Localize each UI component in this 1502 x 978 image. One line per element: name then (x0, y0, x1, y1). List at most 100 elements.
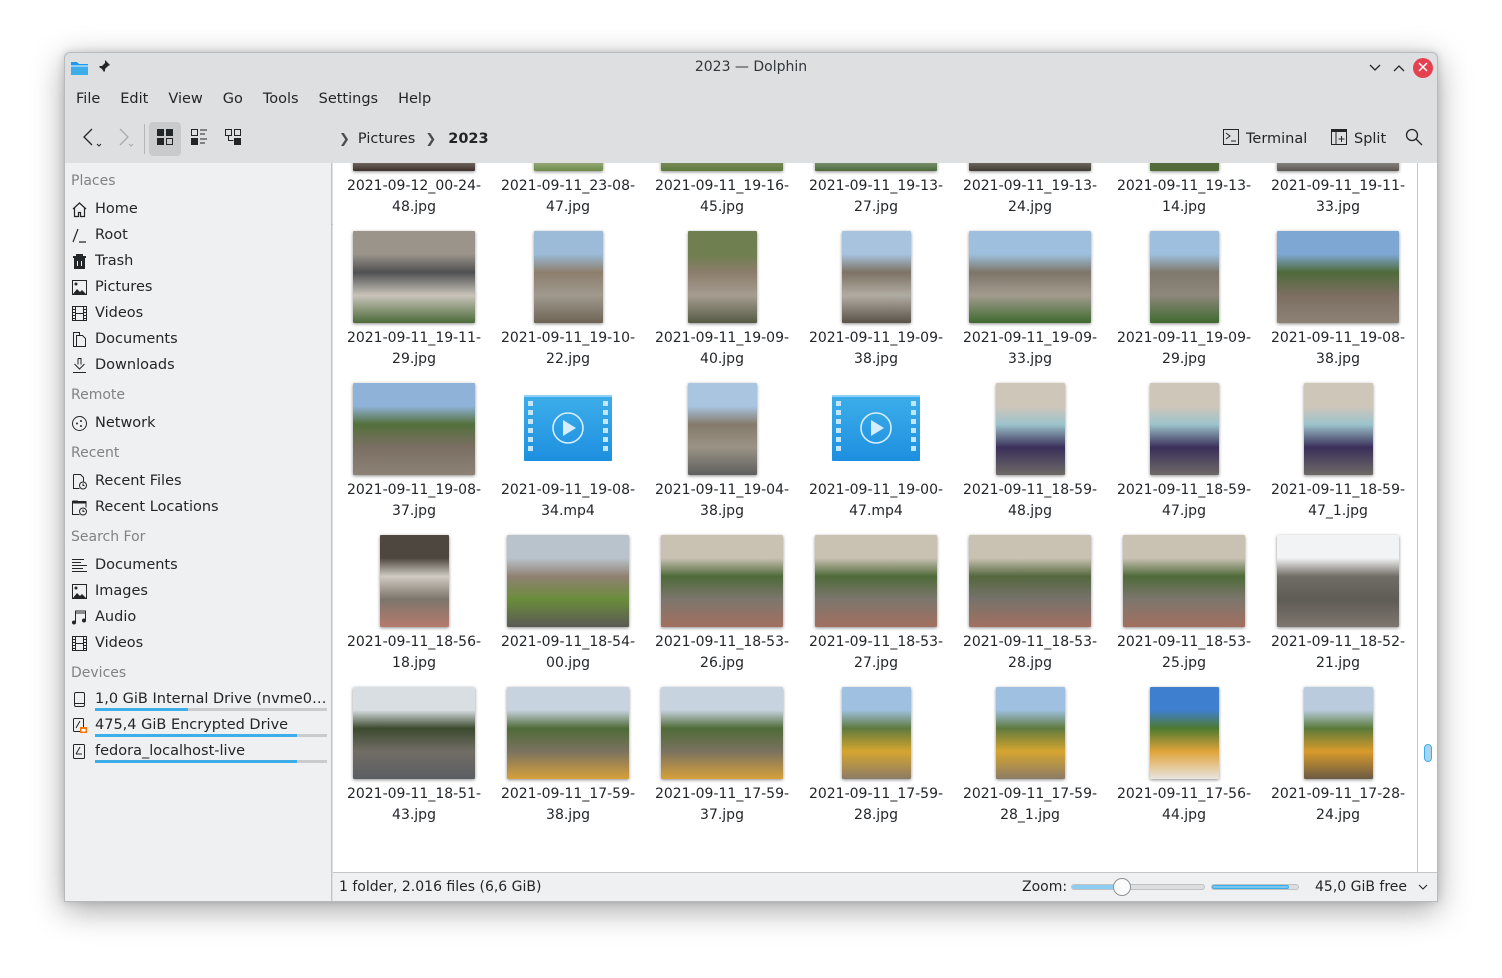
image-thumbnail[interactable] (995, 687, 1065, 779)
image-thumbnail[interactable] (1277, 231, 1399, 323)
zoom-slider[interactable] (1071, 878, 1205, 896)
image-thumbnail[interactable] (1123, 535, 1245, 627)
file-item[interactable]: 2021-09-11_18-59- 47.jpg (1107, 365, 1261, 519)
image-thumbnail[interactable] (353, 383, 475, 475)
sidebar-item-network[interactable]: Network (71, 411, 327, 435)
sidebar-item-search-images[interactable]: Images (71, 579, 327, 603)
file-item[interactable]: 2021-09-11_19-11- 33.jpg (1261, 163, 1415, 215)
image-thumbnail[interactable] (969, 231, 1091, 323)
file-item[interactable]: 2021-09-11_19-11- 29.jpg (337, 213, 491, 367)
image-thumbnail[interactable] (507, 687, 629, 779)
file-item[interactable]: 2021-09-11_19-08- 38.jpg (1261, 213, 1415, 367)
file-item[interactable]: 2021-09-11_19-08- 34.mp4 (491, 365, 645, 519)
image-thumbnail[interactable] (815, 535, 937, 627)
sidebar-item-home[interactable]: Home (71, 197, 327, 221)
image-thumbnail[interactable] (533, 231, 603, 323)
image-thumbnail[interactable] (1149, 383, 1219, 475)
image-thumbnail[interactable] (969, 163, 1091, 171)
menu-tools[interactable]: Tools (256, 87, 306, 111)
image-thumbnail[interactable] (353, 163, 475, 171)
sidebar-item-search-audio[interactable]: Audio (71, 605, 327, 629)
zoom-slider-handle[interactable] (1113, 878, 1132, 896)
image-thumbnail[interactable] (507, 535, 629, 627)
file-item[interactable]: 2021-09-12_00-24- 48.jpg (337, 163, 491, 215)
sidebar-item-search-documents[interactable]: Documents (71, 553, 327, 577)
file-item[interactable]: 2021-09-11_19-04- 38.jpg (645, 365, 799, 519)
menu-help[interactable]: Help (391, 87, 438, 111)
image-thumbnail[interactable] (1149, 687, 1219, 779)
image-thumbnail[interactable] (969, 535, 1091, 627)
file-item[interactable]: 2021-09-11_17-59- 28.jpg (799, 669, 953, 823)
file-item[interactable]: 2021-09-11_18-53- 26.jpg (645, 517, 799, 671)
image-thumbnail[interactable] (353, 687, 475, 779)
file-item[interactable]: 2021-09-11_18-56- 18.jpg (337, 517, 491, 671)
file-item[interactable]: 2021-09-11_19-13- 14.jpg (1107, 163, 1261, 215)
file-item[interactable]: 2021-09-11_18-53- 25.jpg (1107, 517, 1261, 671)
image-thumbnail[interactable] (661, 535, 783, 627)
file-item[interactable]: 2021-09-11_19-13- 24.jpg (953, 163, 1107, 215)
sidebar-item-documents[interactable]: Documents (71, 327, 327, 351)
video-file-icon[interactable] (832, 395, 920, 461)
image-thumbnail[interactable] (687, 383, 757, 475)
image-thumbnail[interactable] (1303, 687, 1373, 779)
image-thumbnail[interactable] (1277, 535, 1399, 627)
file-icon-view[interactable]: 2021-09-12_00-24- 48.jpg 2021-09-11_23-08-… (333, 163, 1417, 872)
scrollbar-thumb[interactable] (1424, 744, 1432, 763)
file-item[interactable]: 2021-09-11_17-59- 37.jpg (645, 669, 799, 823)
title-bar[interactable]: 2023 — Dolphin (65, 53, 1437, 83)
image-thumbnail[interactable] (379, 535, 449, 627)
image-thumbnail[interactable] (995, 383, 1065, 475)
tree-view-button[interactable] (217, 122, 249, 156)
image-thumbnail[interactable] (841, 687, 911, 779)
terminal-button[interactable]: Terminal (1223, 129, 1307, 149)
maximize-button[interactable] (1389, 58, 1409, 78)
file-item[interactable]: 2021-09-11_19-09- 29.jpg (1107, 213, 1261, 367)
file-item[interactable]: 2021-09-11_18-59- 48.jpg (953, 365, 1107, 519)
sidebar-item-trash[interactable]: Trash (71, 249, 327, 273)
file-item[interactable]: 2021-09-11_18-53- 28.jpg (953, 517, 1107, 671)
video-file-icon[interactable] (524, 395, 612, 461)
breadcrumb-current[interactable]: 2023 (448, 131, 488, 147)
free-space-label[interactable]: 45,0 GiB free (1315, 879, 1407, 895)
file-item[interactable]: 2021-09-11_19-09- 38.jpg (799, 213, 953, 367)
details-view-button[interactable] (183, 122, 215, 156)
search-button[interactable] (1399, 122, 1429, 156)
file-item[interactable]: 2021-09-11_18-54- 00.jpg (491, 517, 645, 671)
file-item[interactable]: 2021-09-11_19-00- 47.mp4 (799, 365, 953, 519)
forward-button[interactable] (109, 122, 139, 156)
image-thumbnail[interactable] (533, 163, 603, 171)
close-button[interactable] (1413, 58, 1433, 78)
file-item[interactable]: 2021-09-11_17-28- 24.jpg (1261, 669, 1415, 823)
image-thumbnail[interactable] (661, 687, 783, 779)
file-item[interactable]: 2021-09-11_17-59- 38.jpg (491, 669, 645, 823)
file-item[interactable]: 2021-09-11_19-13- 27.jpg (799, 163, 953, 215)
free-space-bar[interactable] (1211, 884, 1299, 890)
breadcrumb-pictures[interactable]: Pictures (358, 131, 415, 147)
menu-file[interactable]: File (69, 87, 107, 111)
vertical-scrollbar[interactable] (1417, 163, 1437, 872)
file-item[interactable]: 2021-09-11_19-09- 33.jpg (953, 213, 1107, 367)
split-button[interactable]: Split (1331, 129, 1386, 149)
file-item[interactable]: 2021-09-11_18-59- 47_1.jpg (1261, 365, 1415, 519)
menu-go[interactable]: Go (216, 87, 250, 111)
image-thumbnail[interactable] (687, 231, 757, 323)
menu-settings[interactable]: Settings (312, 87, 385, 111)
file-item[interactable]: 2021-09-11_18-52- 21.jpg (1261, 517, 1415, 671)
file-item[interactable]: 2021-09-11_17-56- 44.jpg (1107, 669, 1261, 823)
image-thumbnail[interactable] (661, 163, 783, 171)
file-item[interactable]: 2021-09-11_19-16- 45.jpg (645, 163, 799, 215)
file-item[interactable]: 2021-09-11_17-59- 28_1.jpg (953, 669, 1107, 823)
menu-view[interactable]: View (161, 87, 209, 111)
back-button[interactable] (77, 122, 107, 156)
image-thumbnail[interactable] (841, 231, 911, 323)
image-thumbnail[interactable] (353, 231, 475, 323)
file-item[interactable]: 2021-09-11_18-51- 43.jpg (337, 669, 491, 823)
file-item[interactable]: 2021-09-11_19-10- 22.jpg (491, 213, 645, 367)
sidebar-item-downloads[interactable]: Downloads (71, 353, 327, 377)
icons-view-button[interactable] (149, 122, 181, 156)
sidebar-item-recent-locations[interactable]: Recent Locations (71, 495, 327, 519)
image-thumbnail[interactable] (1303, 383, 1373, 475)
file-item[interactable]: 2021-09-11_19-08- 37.jpg (337, 365, 491, 519)
sidebar-item-search-videos[interactable]: Videos (71, 631, 327, 655)
sidebar-item-pictures[interactable]: Pictures (71, 275, 327, 299)
